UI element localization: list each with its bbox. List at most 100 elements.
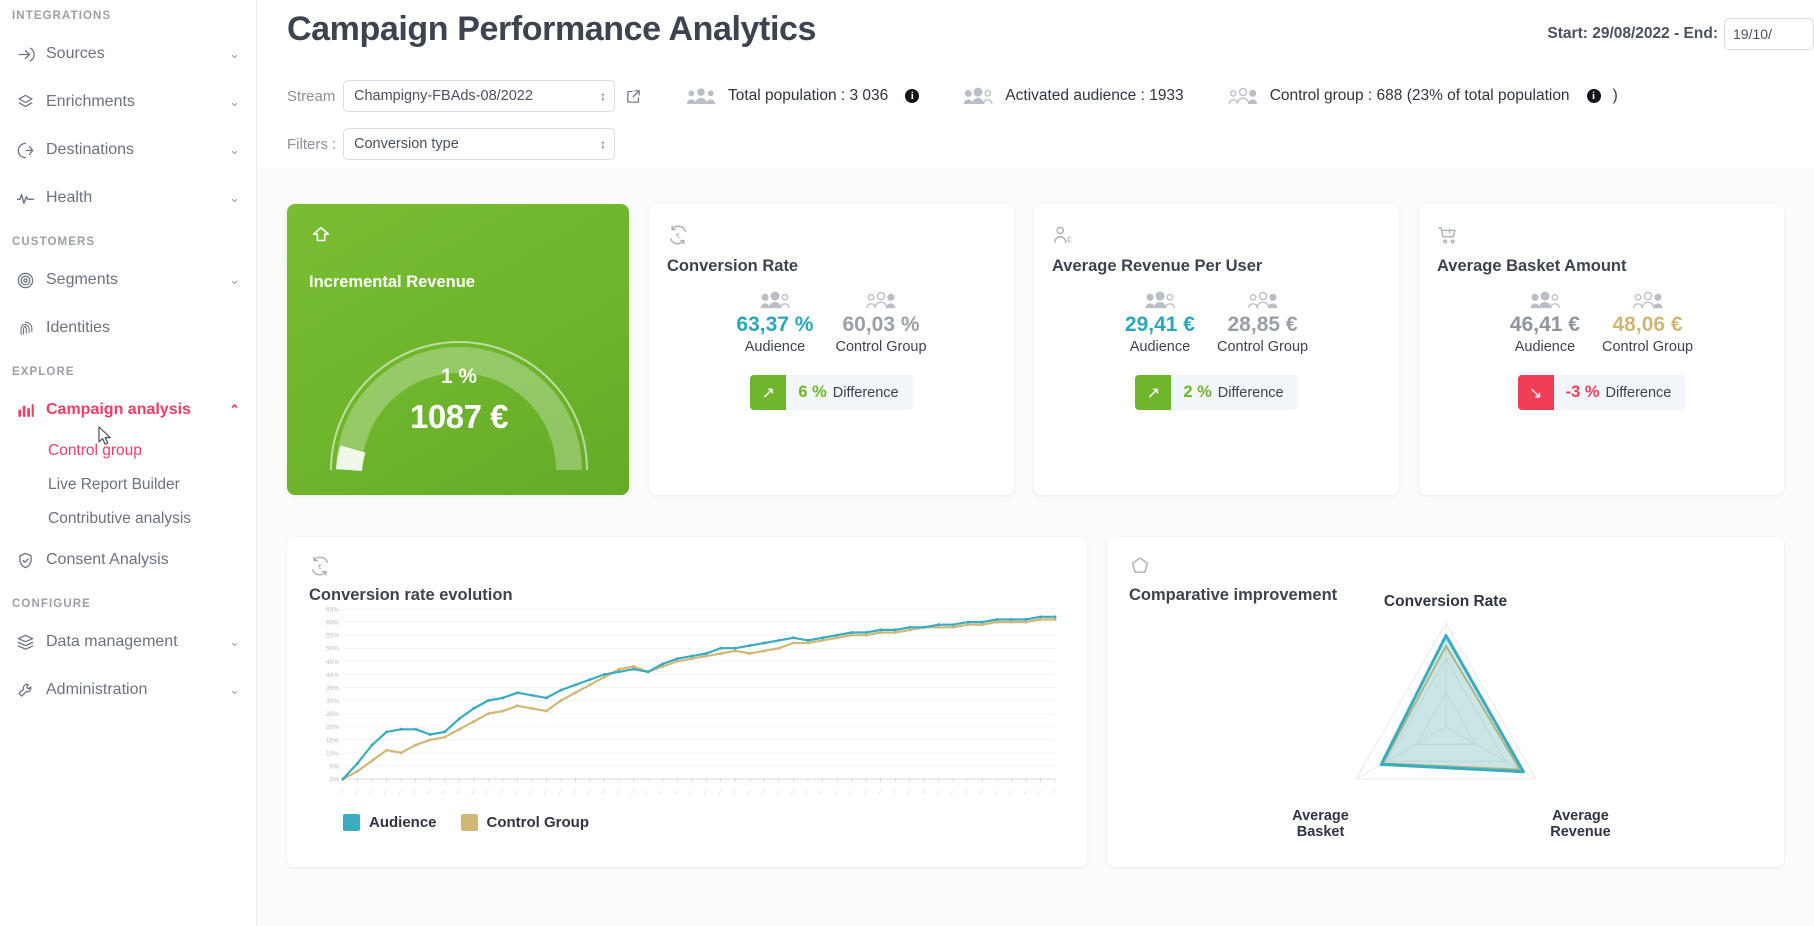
group-filled-icon	[1528, 290, 1562, 310]
svg-text:—: —	[484, 789, 492, 797]
conversion-type-select[interactable]: Conversion type	[343, 128, 615, 160]
svg-text:—: —	[353, 789, 361, 797]
date-range-label: Start: 29/08/2022 - End:	[1547, 25, 1718, 42]
chevron-up-icon: ⌃	[229, 402, 240, 417]
kpi-difference-value: -3 %	[1565, 383, 1600, 401]
up-arrow-home-icon	[309, 226, 333, 250]
svg-text:25%: 25%	[326, 711, 339, 718]
sidebar-item-health[interactable]: Health ⌄	[0, 174, 256, 222]
svg-text:—: —	[716, 789, 724, 797]
filters-row: Filters : Conversion type	[287, 120, 1814, 168]
sidebar-item-label: Administration	[46, 681, 148, 698]
sidebar-item-campaign-analysis[interactable]: Campaign analysis ⌃	[0, 386, 256, 434]
kpi-audience-value: 29,41 €	[1124, 313, 1195, 336]
kpi-difference-body: 6 % Difference	[786, 375, 913, 410]
sidebar-item-label: Identities	[46, 319, 111, 336]
svg-text:—: —	[542, 789, 550, 797]
incremental-revenue-gauge: 1 % 1087 €	[309, 310, 609, 475]
legend-label: Control Group	[486, 814, 589, 831]
chevron-down-icon: ⌄	[229, 634, 240, 649]
group-filled-icon	[758, 290, 792, 310]
chevron-down-icon: ⌄	[229, 142, 240, 157]
svg-text:—: —	[658, 789, 666, 797]
svg-text:30%: 30%	[326, 698, 339, 705]
kpi-difference-label: Difference	[832, 384, 899, 401]
svg-text:—: —	[498, 789, 506, 797]
fingerprint-icon	[16, 319, 46, 338]
svg-text:—: —	[687, 789, 695, 797]
group-partial-icon	[963, 86, 993, 106]
kpi-difference-body: -3 % Difference	[1553, 375, 1686, 410]
legend-swatch	[460, 814, 478, 831]
sidebar: INTEGRATIONS Sources ⌄ Enrichments ⌄ Des…	[0, 0, 257, 926]
incremental-revenue-card: Incremental Revenue 1 % 1087 €	[287, 204, 629, 495]
kpi-audience-label: Audience	[744, 339, 806, 355]
svg-text:—: —	[803, 789, 811, 797]
radar-axis-top-label: Conversion Rate	[1383, 593, 1508, 610]
panel-title: Conversion rate evolution	[309, 586, 513, 604]
sidebar-item-identities[interactable]: Identities	[0, 304, 256, 352]
external-link-icon[interactable]	[625, 88, 642, 105]
sidebar-subitem-control-group[interactable]: Control group	[0, 434, 256, 468]
sidebar-item-segments[interactable]: Segments ⌄	[0, 256, 256, 304]
svg-text:€: €	[676, 231, 680, 240]
top-bar: Campaign Performance Analytics Start: 29…	[257, 0, 1814, 66]
svg-text:5%: 5%	[330, 763, 340, 770]
stat-activated-audience: Activated audience : 1933	[963, 86, 1184, 106]
app-root: INTEGRATIONS Sources ⌄ Enrichments ⌄ Des…	[0, 0, 1814, 926]
svg-text:—: —	[1021, 789, 1029, 797]
svg-text:—: —	[920, 789, 928, 797]
svg-text:—: —	[818, 789, 826, 797]
group-outline-icon	[1228, 86, 1258, 106]
svg-text:—: —	[978, 789, 986, 797]
sidebar-subitem-label: Control group	[48, 442, 142, 459]
sidebar-subitem-contributive-analysis[interactable]: Contributive analysis	[0, 502, 256, 536]
sidebar-item-label: Health	[46, 189, 93, 206]
info-icon[interactable]: i	[1586, 89, 1601, 103]
kpi-audience-value: 63,37 %	[736, 313, 814, 336]
end-date-input[interactable]	[1724, 18, 1814, 50]
kpi-audience-col: 63,37 % Audience	[736, 290, 813, 355]
kpi-audience-label: Audience	[1129, 339, 1191, 355]
conversion-rate-evolution-panel: € Conversion rate evolution 0% 5% 10% 15% 20…	[287, 537, 1087, 867]
sidebar-item-data-management[interactable]: Data management ⌄	[0, 618, 256, 666]
sidebar-subitem-label: Contributive analysis	[48, 510, 192, 527]
sidebar-item-sources[interactable]: Sources ⌄	[0, 30, 256, 78]
gauge-svg	[330, 341, 588, 472]
svg-text:—: —	[600, 789, 608, 797]
sidebar-subitem-live-report-builder[interactable]: Live Report Builder	[0, 468, 256, 502]
svg-text:—: —	[629, 789, 637, 797]
svg-text:—: —	[774, 789, 782, 797]
stat-suffix: )	[1612, 87, 1618, 104]
info-icon[interactable]: i	[905, 89, 920, 103]
bar-chart-icon	[16, 401, 46, 420]
sidebar-item-enrichments[interactable]: Enrichments ⌄	[0, 78, 256, 126]
svg-text:35%: 35%	[326, 685, 339, 692]
sidebar-item-label: Campaign analysis	[46, 401, 191, 418]
conversion-refresh-euro-icon: €	[309, 555, 1065, 582]
svg-text:60%: 60%	[326, 620, 339, 627]
svg-text:—: —	[585, 789, 593, 797]
average-revenue-per-user-card: € Average Revenue Per User 29,41 € Audie…	[1034, 204, 1399, 495]
sidebar-item-destinations[interactable]: Destinations ⌄	[0, 126, 256, 174]
sidebar-item-label: Enrichments	[46, 93, 135, 110]
sidebar-item-administration[interactable]: Administration ⌄	[0, 666, 256, 714]
svg-text:—: —	[455, 789, 463, 797]
shield-check-icon	[16, 551, 46, 570]
group-filled-icon	[686, 86, 716, 106]
svg-text:€: €	[1067, 235, 1072, 244]
svg-text:—: —	[1036, 789, 1044, 797]
trend-up-arrow-icon: ↗	[1135, 375, 1172, 410]
legend-label: Audience	[369, 814, 437, 831]
legend-swatch	[343, 814, 360, 831]
kpi-difference-label: Difference	[1605, 384, 1672, 401]
svg-text:€: €	[318, 562, 322, 571]
sidebar-item-label: Consent Analysis	[46, 551, 169, 568]
sidebar-item-consent-analysis[interactable]: Consent Analysis	[0, 536, 256, 584]
kpi-values: 63,37 % Audience 60,03 % Control Group	[736, 290, 927, 355]
stream-select[interactable]: Champigny-FBAds-08/2022	[343, 80, 615, 112]
kpi-audience-col: 46,41 € Audience	[1510, 290, 1580, 355]
sidebar-item-label: Segments	[46, 271, 119, 288]
kpi-title: Average Basket Amount	[1437, 257, 1627, 275]
svg-text:—: —	[338, 789, 346, 797]
